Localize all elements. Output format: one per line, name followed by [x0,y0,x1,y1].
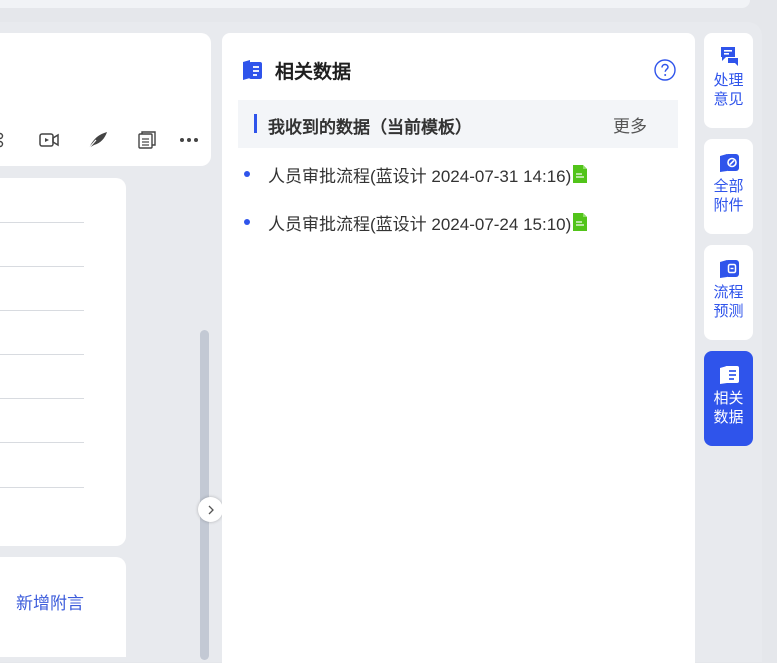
copy-document-icon[interactable] [136,129,158,151]
org-chart-icon[interactable] [0,129,14,151]
form-row-divider [0,487,84,488]
tab-label: 流程预测 [713,284,744,320]
more-link[interactable]: 更多 [613,112,647,137]
tab-related-data[interactable]: 相关数据 [704,351,753,446]
feather-icon[interactable] [87,129,109,151]
help-icon[interactable] [654,59,676,81]
tab-comments[interactable]: 处理意见 [704,33,753,128]
document-icon[interactable] [573,213,588,231]
collapse-toggle-button[interactable] [198,497,223,522]
form-card [0,178,126,546]
section-accent-bar [254,114,257,133]
chevron-right-icon [208,505,214,514]
list-item[interactable]: 人员审批流程(蓝设计 2024-07-24 15:10) [244,210,588,235]
video-icon[interactable] [38,129,60,151]
form-row-divider [0,266,84,267]
bullet-icon [244,171,250,177]
attachment-icon [719,154,739,172]
bullet-icon [244,219,250,225]
form-row-divider [0,398,84,399]
document-icon[interactable] [573,165,588,183]
record-link[interactable]: 人员审批流程(蓝设计 2024-07-24 15:10) [268,210,571,235]
form-row-divider [0,222,84,223]
more-icon[interactable] [178,129,200,151]
record-link[interactable]: 人员审批流程(蓝设计 2024-07-31 14:16) [268,162,571,187]
section-title: 我收到的数据（当前模板） [268,118,472,137]
form-row-divider [0,354,84,355]
tab-attachments[interactable]: 全部附件 [704,139,753,234]
top-strip [0,0,750,8]
flow-forecast-icon [719,260,739,278]
related-data-icon [719,366,739,384]
form-row-divider [0,442,84,443]
list-item[interactable]: 人员审批流程(蓝设计 2024-07-31 14:16) [244,162,588,187]
tab-flow-forecast[interactable]: 流程预测 [704,245,753,340]
comment-flag-icon [720,47,738,66]
scrollbar[interactable] [200,330,209,660]
add-note-link[interactable]: 新增附言 [16,589,84,614]
tab-label: 相关数据 [713,390,744,426]
related-data-icon [243,60,262,80]
panel-title: 相关数据 [275,62,352,83]
tab-label: 全部附件 [713,178,744,214]
tab-label: 处理意见 [713,72,744,108]
form-row-divider [0,310,84,311]
